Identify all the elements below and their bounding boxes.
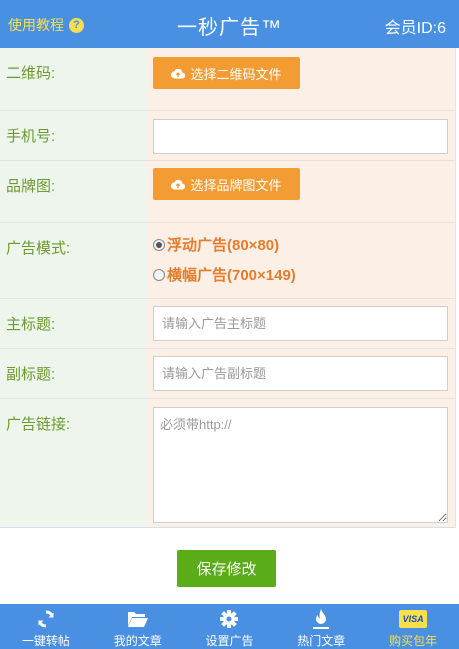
radio-banner-label: 横幅广告(700×149) <box>167 267 296 284</box>
qr-value: 选择二维码文件 <box>147 48 455 110</box>
ad-mode-label: 广告模式: <box>0 223 147 298</box>
cloud-upload-icon <box>171 179 186 190</box>
radio-floating-ad[interactable]: 浮动广告(80×80) <box>153 234 279 255</box>
sub-title-label: 副标题: <box>0 349 147 398</box>
nav-label-hot-articles: 热门文章 <box>297 634 346 648</box>
folder-open-icon <box>127 608 149 630</box>
sub-title-value <box>147 349 455 398</box>
nav-label-my-articles: 我的文章 <box>113 634 162 648</box>
choose-qr-label: 选择二维码文件 <box>190 66 282 82</box>
main-title-row: 主标题: <box>0 299 455 349</box>
link-row: 广告链接: <box>0 399 455 528</box>
top-header: 使用教程 ? 一秒广告™ 会员ID:6 <box>0 0 459 48</box>
nav-item-hot-articles[interactable]: 热门文章 <box>275 604 367 649</box>
nav-label-repost: 一键转帖 <box>21 634 70 648</box>
cloud-upload-icon <box>171 68 186 79</box>
radio-checked-icon[interactable] <box>153 238 165 251</box>
member-id: 会员ID:6 <box>384 20 446 37</box>
ad-mode-value: 浮动广告(80×80) 横幅广告(700×149) <box>147 223 455 298</box>
brand-value: 选择品牌图文件 <box>147 161 455 222</box>
save-area: 保存修改 <box>0 528 459 604</box>
choose-brand-button[interactable]: 选择品牌图文件 <box>153 168 300 200</box>
nav-item-buy-annual[interactable]: VISA 购买包年 <box>367 604 459 649</box>
brand-label: 品牌图: <box>0 161 147 222</box>
radio-banner-ad[interactable]: 横幅广告(700×149) <box>153 264 296 285</box>
phone-row: 手机号: <box>0 111 455 161</box>
main-title-input[interactable] <box>153 306 448 341</box>
link-textarea[interactable] <box>153 407 448 523</box>
brand-row: 品牌图: 选择品牌图文件 <box>0 161 455 223</box>
ad-settings-form: 二维码: 选择二维码文件 手机号: 品牌图: 选择品牌图文件 广告模式: 浮动广… <box>0 48 456 528</box>
ad-mode-row: 广告模式: 浮动广告(80×80) 横幅广告(700×149) <box>0 223 455 299</box>
choose-qr-button[interactable]: 选择二维码文件 <box>153 57 300 89</box>
phone-value <box>147 111 455 160</box>
flame-icon <box>312 608 330 630</box>
visa-card-icon: VISA <box>399 608 428 630</box>
refresh-icon <box>36 608 56 630</box>
link-value <box>147 399 455 527</box>
phone-label: 手机号: <box>0 111 147 160</box>
choose-brand-label: 选择品牌图文件 <box>190 177 282 193</box>
nav-item-ad-settings[interactable]: 设置广告 <box>184 604 276 649</box>
nav-item-repost[interactable]: 一键转帖 <box>0 604 92 649</box>
radio-unchecked-icon[interactable] <box>153 268 165 281</box>
bottom-nav: 一键转帖 我的文章 设置广告 热门文章 VISA 购买包年 <box>0 604 459 649</box>
visa-badge: VISA <box>399 610 428 628</box>
main-title-value <box>147 299 455 348</box>
main-title-label: 主标题: <box>0 299 147 348</box>
nav-label-ad-settings: 设置广告 <box>205 634 254 648</box>
radio-floating-label: 浮动广告(80×80) <box>167 237 280 254</box>
save-button[interactable]: 保存修改 <box>177 550 276 587</box>
nav-item-my-articles[interactable]: 我的文章 <box>92 604 184 649</box>
qr-label: 二维码: <box>0 48 147 110</box>
link-label: 广告链接: <box>0 399 147 527</box>
qr-row: 二维码: 选择二维码文件 <box>0 48 455 111</box>
nav-label-buy-annual: 购买包年 <box>389 634 438 648</box>
phone-input[interactable] <box>153 119 448 154</box>
sub-title-input[interactable] <box>153 356 448 391</box>
sub-title-row: 副标题: <box>0 349 455 399</box>
gear-icon <box>219 608 239 630</box>
